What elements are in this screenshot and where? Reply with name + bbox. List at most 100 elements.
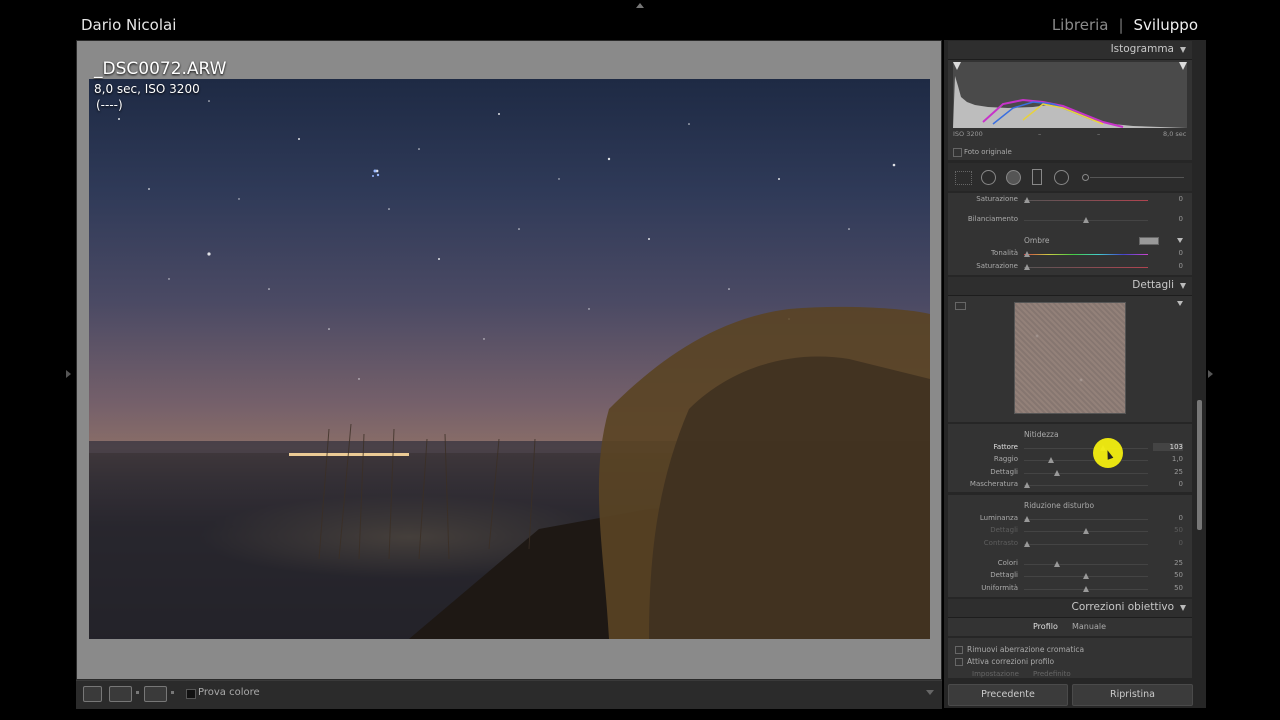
remove-ca-label: Rimuovi aberrazione cromatica [967,645,1085,654]
soft-proof-label: Prova colore [198,687,260,698]
slider-thumb[interactable] [1054,470,1060,476]
setup-value[interactable]: Predefinito [1033,670,1071,678]
slider-label: Saturazione [976,262,1018,270]
before-after-split-icon[interactable] [144,686,167,702]
enable-profile-label: Attiva correzioni profilo [967,657,1055,666]
brush-slider[interactable] [1090,177,1184,178]
night-landscape-image [89,100,930,639]
view-menu-icon[interactable] [136,691,139,694]
detail-preview-menu-icon[interactable] [1177,301,1183,306]
slider-track[interactable] [1024,267,1148,268]
slider-label: Bilanciamento [967,215,1018,223]
original-photo-checkbox[interactable] [953,148,962,157]
slider-label: Uniformità [981,584,1018,592]
slider-value[interactable]: 0 [1153,215,1183,223]
previous-button[interactable]: Precedente [948,684,1068,706]
sharpening-title: Nitidezza [1024,430,1059,439]
slider-value[interactable]: 50 [1153,584,1183,592]
slider-thumb[interactable] [1024,482,1030,488]
collapse-arrow-icon[interactable] [1180,283,1186,289]
module-develop-link[interactable]: Sviluppo [1134,16,1198,34]
target-adjust-icon[interactable] [955,302,966,310]
slider-value[interactable]: 0 [1153,195,1183,203]
slider-track[interactable] [1024,485,1148,486]
slider-value[interactable]: 50 [1153,526,1183,534]
slider-track[interactable] [1024,448,1148,449]
slider-value[interactable]: 50 [1153,571,1183,579]
slider-thumb[interactable] [1024,541,1030,547]
slider-thumb[interactable] [1083,573,1089,579]
slider-track[interactable] [1024,460,1148,461]
slider-track[interactable] [1024,519,1148,520]
shadows-color-swatch[interactable] [1139,237,1159,245]
soft-proof-checkbox[interactable] [186,689,196,699]
histogram-dash-2: – [1097,130,1101,138]
slider-label: Colori [997,559,1018,567]
setup-label: Impostazione [972,670,1019,678]
split-menu-icon[interactable] [171,691,174,694]
slider-thumb[interactable] [1024,197,1030,203]
slider-thumb[interactable] [1083,528,1089,534]
tab-profile[interactable]: Profilo [1033,622,1058,631]
slider-track[interactable] [1024,544,1148,545]
slider-thumb[interactable] [1048,457,1054,463]
slider-thumb[interactable] [1024,516,1030,522]
panel-scrollbar[interactable] [1197,400,1202,530]
histogram-header[interactable]: Istogramma [948,41,1192,60]
slider-value[interactable]: 103 [1153,443,1183,451]
red-eye-icon[interactable] [1006,170,1021,185]
left-panel-toggle-icon[interactable] [66,370,71,378]
tab-manual[interactable]: Manuale [1072,622,1106,631]
slider-track[interactable] [1024,254,1148,255]
histogram-iso: ISO 3200 [953,130,983,138]
lens-corrections-header[interactable]: Correzioni obiettivo [948,599,1192,618]
enable-profile-checkbox[interactable] [955,658,963,666]
slider-value[interactable]: 0 [1153,514,1183,522]
brush-icon[interactable] [1082,174,1089,181]
histogram-title: Istogramma [1110,43,1174,55]
slider-value[interactable]: 1,0 [1153,455,1183,463]
slider-value[interactable]: 0 [1153,539,1183,547]
toolbar-chevron-down-icon[interactable] [926,690,934,695]
slider-thumb[interactable] [1054,561,1060,567]
slider-label: Tonalità [990,249,1018,257]
collapse-arrow-icon[interactable] [1180,47,1186,53]
graduated-filter-icon[interactable] [1032,169,1042,185]
collapse-arrow-icon[interactable] [1180,605,1186,611]
slider-thumb[interactable] [1024,264,1030,270]
remove-ca-checkbox[interactable] [955,646,963,654]
slider-value[interactable]: 0 [1153,262,1183,270]
slider-value[interactable]: 0 [1153,249,1183,257]
loupe-view-icon[interactable] [83,686,102,702]
slider-label: Saturazione [976,195,1018,203]
radial-filter-icon[interactable] [1054,170,1069,185]
right-panel-toggle-icon[interactable] [1208,370,1213,378]
slider-thumb[interactable] [1083,217,1089,223]
slider-thumb[interactable] [1083,586,1089,592]
slider-value[interactable]: 0 [1153,480,1183,488]
slider-label: Mascheratura [969,480,1018,488]
module-library-link[interactable]: Libreria [1052,16,1109,34]
slider-label: Dettagli [990,571,1018,579]
slider-value[interactable]: 25 [1153,468,1183,476]
lens-tabs [948,618,1192,636]
slider-label: Raggio [993,455,1018,463]
details-header[interactable]: Dettagli [948,277,1192,296]
histogram-shutter: 8,0 sec [1163,130,1187,138]
reset-button[interactable]: Ripristina [1072,684,1193,706]
crop-tool-icon[interactable] [955,171,972,185]
detail-zoom-preview[interactable] [1014,302,1126,414]
photo-preview[interactable] [89,79,930,639]
histogram-dash-1: – [1038,130,1042,138]
file-name-overlay: _DSC0072.ARW [94,59,227,79]
before-after-view-icon[interactable] [109,686,132,702]
slider-thumb[interactable] [1024,251,1030,257]
slider-value[interactable]: 25 [1153,559,1183,567]
spot-removal-icon[interactable] [981,170,996,185]
slider-track[interactable] [1024,200,1148,201]
slider-track[interactable] [1024,473,1148,474]
slider-track[interactable] [1024,564,1148,565]
shadows-dropdown-icon[interactable] [1177,238,1183,243]
top-panel-toggle-icon[interactable] [636,3,644,8]
exif-info-secondary: (----) [96,98,123,112]
